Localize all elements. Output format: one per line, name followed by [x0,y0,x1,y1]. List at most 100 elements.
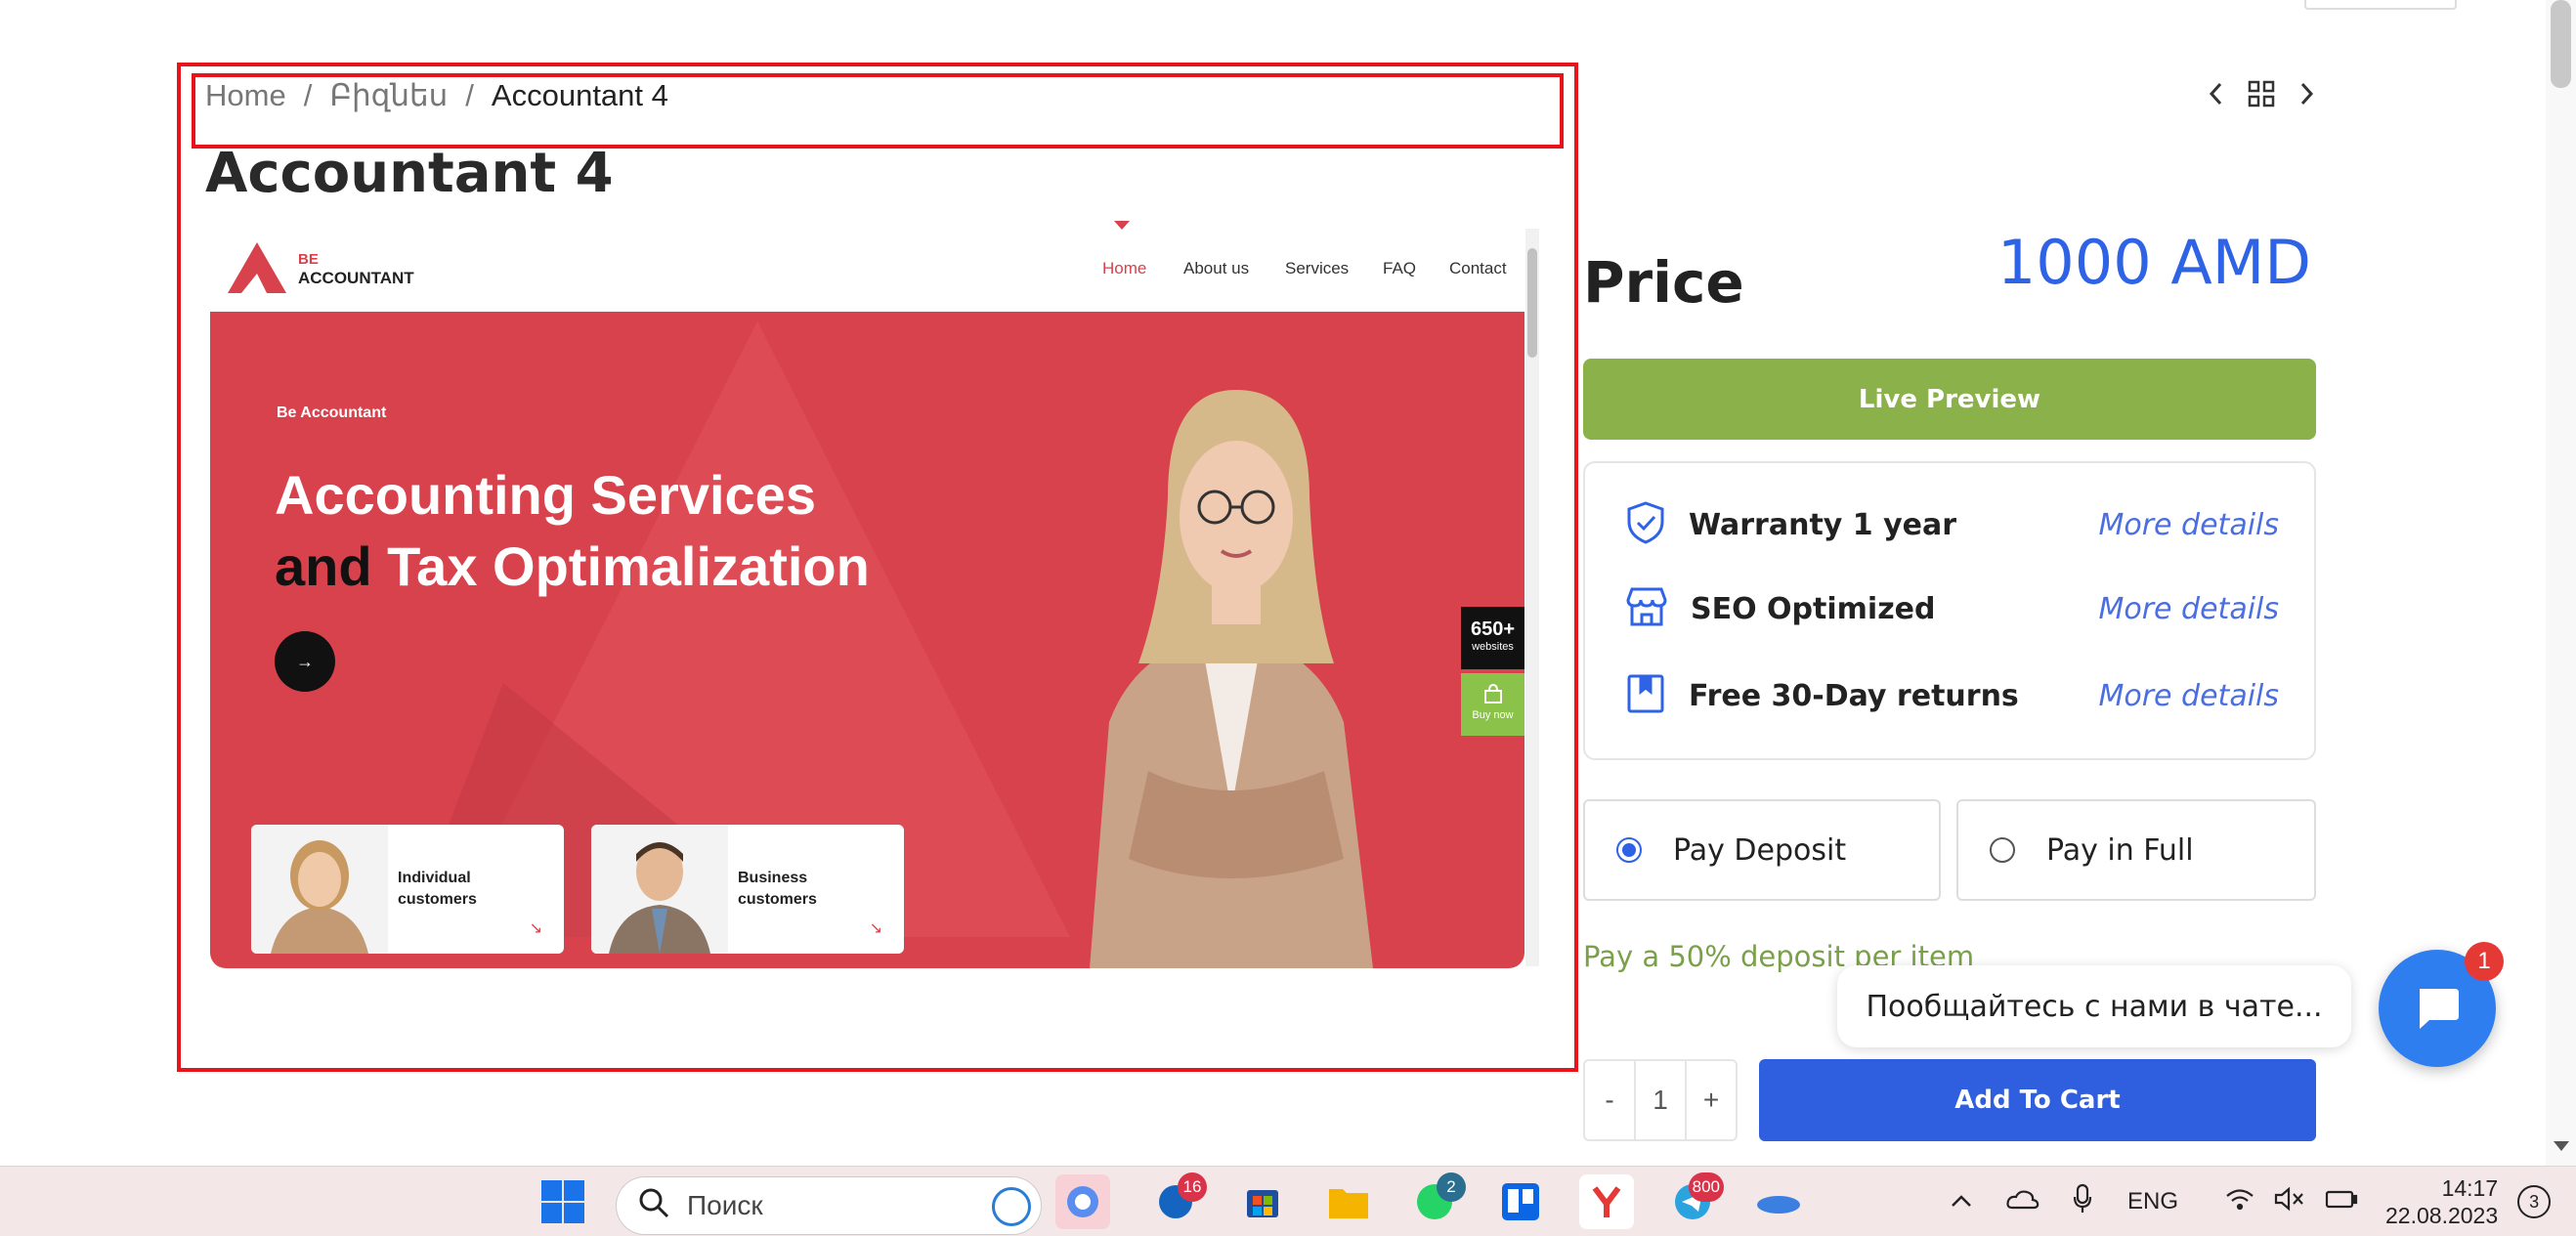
hero-headline-and: and [275,535,372,597]
quantity-minus-button[interactable]: - [1585,1085,1634,1116]
page-scrollbar-thumb[interactable] [2551,0,2571,88]
woman-photo [1090,390,1373,968]
grid-icon[interactable] [2248,80,2275,112]
windows-start-icon[interactable] [536,1174,590,1229]
buy-now-label: Buy now [1472,709,1514,721]
websites-badge[interactable]: 650+ websites [1461,607,1524,669]
clock-date: 22.08.2023 [2385,1203,2499,1228]
microphone-icon[interactable] [2073,1183,2092,1221]
wifi-icon[interactable] [2225,1187,2254,1217]
quantity-plus-button[interactable]: + [1687,1085,1736,1116]
whatsapp-icon[interactable]: 2 [1407,1172,1466,1229]
breadcrumb-home[interactable]: Home [205,78,286,113]
buy-now-badge[interactable]: Buy now [1461,673,1524,736]
whatsapp-badge: 2 [1437,1172,1466,1202]
preview-scrollbar-thumb[interactable] [1527,248,1537,358]
template-preview[interactable]: BE ACCOUNTANT Home About us Services FAQ… [210,217,1539,974]
arrow-down-right-icon: ↘ [869,920,882,937]
business-customers-card[interactable]: Business customers ↘ [591,825,904,954]
taskbar: Поиск 16 2 800 ENG 14:17 22.08.2023 3 [0,1166,2576,1236]
preview-menu-faq[interactable]: FAQ [1383,259,1416,278]
chat-prompt[interactable]: Пообщайтесь с нами в чате... [1837,965,2351,1047]
logo-text-line1: BE [298,251,319,268]
trello-icon[interactable] [1493,1174,1548,1229]
scroll-down-icon[interactable] [2554,1141,2569,1151]
preview-scrollbar[interactable] [1525,229,1539,966]
bookmark-box-icon [1624,672,1667,720]
chevron-left-icon[interactable] [2207,80,2226,112]
feature-returns-link[interactable]: More details [2098,679,2279,713]
hero-eyebrow: Be Accountant [277,405,387,421]
notifications-badge[interactable]: 3 [2517,1185,2552,1218]
preview-menu-contact[interactable]: Contact [1449,259,1507,278]
features-box: Warranty 1 year More details SEO Optimiz… [1583,461,2316,760]
business-customers-label: Business customers [738,870,817,908]
preview-hero: Be Accountant Accounting Services and Ta… [210,312,1524,968]
hero-arrow-button[interactable]: → [275,631,335,692]
feature-seo-link[interactable]: More details [2098,592,2279,626]
websites-label: websites [1472,641,1514,653]
preview-header: BE ACCOUNTANT Home About us Services FAQ… [210,217,1524,312]
chevron-up-icon[interactable] [1950,1188,1973,1215]
individual-customer-photo [251,825,388,954]
pay-full-option[interactable]: Pay in Full [1956,799,2316,901]
battery-icon[interactable] [2325,1188,2358,1216]
preview-menu-services[interactable]: Services [1285,259,1349,278]
clock-time: 14:17 [2441,1175,2499,1201]
shopping-bag-icon [1461,683,1524,709]
feature-seo: SEO Optimized More details [1624,586,2279,632]
pay-full-radio[interactable] [1990,837,2015,863]
taskbar-search[interactable]: Поиск [616,1176,1042,1235]
mail-icon[interactable]: 16 [1148,1172,1207,1229]
arrow-down-right-icon: ↘ [529,920,542,937]
bing-icon[interactable] [992,1187,1031,1226]
feature-warranty-link[interactable]: More details [2098,508,2279,542]
breadcrumb: Home / Բիզնես / Accountant 4 [205,78,668,113]
feature-seo-text: SEO Optimized [1691,592,1936,626]
price-value: 1000 AMD [1996,227,2311,298]
folder-icon[interactable] [1321,1174,1376,1229]
top-right-control[interactable] [2304,0,2457,10]
pay-deposit-label: Pay Deposit [1673,832,1847,868]
hero-headline-line1: Accounting Services [275,464,816,526]
feature-returns: Free 30-Day returns More details [1624,672,2279,720]
individual-customers-label: Individual customers [398,870,477,908]
breadcrumb-separator: / [303,78,313,112]
live-preview-button[interactable]: Live Preview [1583,359,2316,440]
search-placeholder: Поиск [687,1190,763,1220]
yandex-browser-icon[interactable] [1579,1174,1634,1229]
onedrive-icon[interactable] [2006,1188,2039,1216]
business-customer-photo [591,825,728,954]
copilot-icon[interactable] [1055,1174,1110,1229]
volume-muted-icon[interactable] [2274,1186,2305,1218]
store-icon[interactable] [1235,1174,1290,1229]
preview-menu-home[interactable]: Home [1102,259,1146,278]
quantity-input[interactable]: 1 [1634,1061,1687,1139]
feature-warranty: Warranty 1 year More details [1624,500,2279,550]
chat-icon [2420,989,2459,1029]
hero-headline-line2: and Tax Optimalization [275,534,870,598]
pay-deposit-radio[interactable] [1616,837,1642,863]
pay-deposit-option[interactable]: Pay Deposit [1583,799,1941,901]
breadcrumb-separator: / [465,78,474,112]
pay-full-label: Pay in Full [2046,832,2194,868]
websites-count: 650+ [1470,618,1516,640]
language-indicator[interactable]: ENG [2127,1188,2178,1215]
telegram-icon[interactable]: 800 [1665,1172,1724,1229]
price-label: Price [1583,249,1744,316]
weather-widget-icon[interactable] [1751,1174,1806,1229]
page-scrollbar[interactable] [2546,0,2576,1166]
preview-menu-about[interactable]: About us [1183,259,1249,278]
quantity-stepper: - 1 + [1583,1059,1738,1141]
telegram-badge: 800 [1688,1172,1724,1202]
individual-customers-card[interactable]: Individual customers ↘ [251,825,564,954]
chevron-right-icon[interactable] [2297,80,2316,112]
clock[interactable]: 14:17 22.08.2023 [2385,1174,2498,1229]
be-accountant-logo-icon [228,242,286,298]
chat-badge: 1 [2465,942,2504,981]
hero-headline-rest: Tax Optimalization [387,535,870,597]
caret-down-icon [1114,221,1130,230]
breadcrumb-category[interactable]: Բիզնես [329,78,448,113]
page-title: Accountant 4 [205,142,614,205]
add-to-cart-button[interactable]: Add To Cart [1759,1059,2316,1141]
